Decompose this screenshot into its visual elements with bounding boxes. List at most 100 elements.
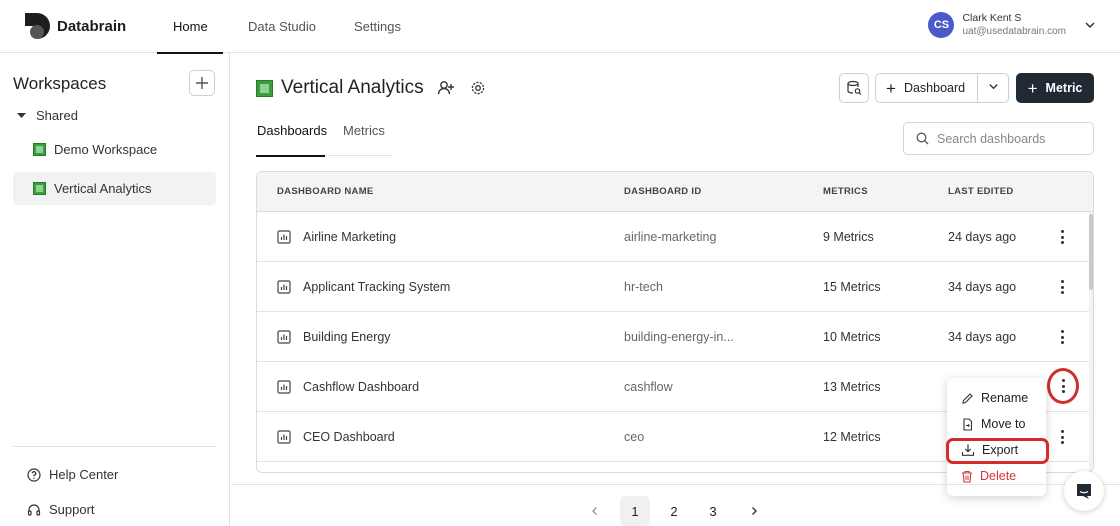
add-workspace-button[interactable] xyxy=(189,70,215,96)
dashboard-name[interactable]: Applicant Tracking System xyxy=(303,262,450,312)
more-options-icon[interactable] xyxy=(1054,326,1070,348)
tab-dashboards[interactable]: Dashboards xyxy=(256,123,327,157)
workspace-icon xyxy=(33,143,46,156)
plus-icon xyxy=(196,77,208,89)
sidebar-divider xyxy=(13,446,216,447)
sidebar-item-label: Demo Workspace xyxy=(54,142,158,157)
menu-item-label: Move to xyxy=(981,417,1026,431)
brand-name: Databrain xyxy=(57,17,127,35)
add-metric-button[interactable]: + Metric xyxy=(1016,73,1094,103)
more-options-icon[interactable] xyxy=(1054,226,1070,248)
plus-icon: + xyxy=(1027,78,1038,98)
dashboard-metrics: 13 Metrics xyxy=(823,380,881,394)
user-name: Clark Kent S xyxy=(962,12,1022,24)
sidebar: Workspaces Shared Demo Workspace Vertica… xyxy=(0,53,230,526)
prev-page-icon[interactable] xyxy=(580,496,610,526)
table-row[interactable]: Airline Marketing airline-marketing 9 Me… xyxy=(257,212,1091,262)
column-header-name[interactable]: DASHBOARD NAME xyxy=(277,172,374,212)
menu-item-label: Delete xyxy=(980,469,1017,483)
chat-button[interactable] xyxy=(1064,471,1104,511)
workspace-icon xyxy=(33,182,46,195)
support-label: Support xyxy=(49,502,95,517)
trash-icon xyxy=(962,470,972,483)
avatar: CS xyxy=(928,12,955,38)
gear-icon[interactable] xyxy=(468,78,488,98)
dashboard-name[interactable]: Building Energy xyxy=(303,312,391,362)
dashboard-last-edited: 24 days ago xyxy=(948,230,1017,244)
column-header-metrics[interactable]: METRICS xyxy=(823,172,868,212)
search-box[interactable] xyxy=(903,122,1094,155)
caret-down-icon xyxy=(17,113,26,118)
dashboard-id: hr-tech xyxy=(624,280,663,294)
content-tabs: Dashboards Metrics xyxy=(256,123,392,157)
page-button-2[interactable]: 2 xyxy=(659,496,689,526)
dashboard-name[interactable]: CEO Dashboard xyxy=(303,412,395,462)
brand-logo[interactable]: Databrain xyxy=(25,13,126,39)
help-center-label: Help Center xyxy=(49,467,119,482)
help-center-link[interactable]: Help Center xyxy=(27,467,118,482)
menu-item-move-to[interactable]: Move to xyxy=(947,411,1046,437)
dashboard-id: cashflow xyxy=(624,380,673,394)
sidebar-item-demo-workspace[interactable]: Demo Workspace xyxy=(13,133,216,166)
table-scroll-thumb[interactable] xyxy=(1089,214,1093,290)
dashboard-metrics: 15 Metrics xyxy=(823,280,881,294)
more-options-icon[interactable] xyxy=(1047,368,1079,404)
dashboard-name[interactable]: Airline Marketing xyxy=(303,212,396,262)
datasource-button[interactable] xyxy=(839,73,869,103)
nav-tab-data-studio[interactable]: Data Studio xyxy=(232,0,332,53)
menu-item-rename[interactable]: Rename xyxy=(947,385,1046,411)
chart-icon xyxy=(277,280,291,294)
column-header-id[interactable]: DASHBOARD ID xyxy=(624,172,702,212)
chart-icon xyxy=(277,380,291,394)
page-button-1[interactable]: 1 xyxy=(620,496,650,526)
dashboard-metrics: 10 Metrics xyxy=(823,330,881,344)
tab-metrics[interactable]: Metrics xyxy=(343,123,385,155)
dashboard-name[interactable]: Cashflow Dashboard xyxy=(303,362,419,412)
headset-icon xyxy=(27,503,41,516)
add-metric-label: Metric xyxy=(1045,81,1083,95)
chart-icon xyxy=(277,230,291,244)
dashboard-options-chevron[interactable] xyxy=(978,81,1008,95)
table-row[interactable]: Applicant Tracking System hr-tech 15 Met… xyxy=(257,262,1091,312)
menu-item-label: Rename xyxy=(981,391,1029,405)
top-navigation: Databrain Home Data Studio Settings CS C… xyxy=(0,0,1120,54)
pencil-icon xyxy=(962,392,973,404)
sidebar-item-label: Vertical Analytics xyxy=(54,181,152,196)
table-row[interactable]: Building Energy building-energy-in... 10… xyxy=(257,312,1091,362)
add-dashboard-button[interactable]: + Dashboard xyxy=(875,73,1009,103)
workspace-icon xyxy=(256,79,273,97)
search-input[interactable] xyxy=(937,131,1087,146)
help-circle-icon xyxy=(27,467,41,482)
page-title: Vertical Analytics xyxy=(281,77,424,98)
dashboard-id: building-energy-in... xyxy=(624,330,734,344)
more-options-icon[interactable] xyxy=(1054,276,1070,298)
chat-icon xyxy=(1077,484,1091,499)
plus-icon: + xyxy=(886,78,896,98)
table-header: DASHBOARD NAME DASHBOARD ID METRICS LAST… xyxy=(257,172,1093,212)
chart-icon xyxy=(277,430,291,444)
more-options-icon[interactable] xyxy=(1054,426,1070,448)
page-header: Vertical Analytics xyxy=(256,77,488,99)
chevron-down-icon xyxy=(989,84,998,90)
dashboard-metrics: 9 Metrics xyxy=(823,230,874,244)
search-icon xyxy=(916,132,929,145)
sidebar-item-vertical-analytics[interactable]: Vertical Analytics xyxy=(13,172,216,205)
column-header-last-edited[interactable]: LAST EDITED xyxy=(948,172,1014,212)
shared-group-toggle[interactable]: Shared xyxy=(17,108,78,123)
user-email: uat@usedatabrain.com xyxy=(962,26,1066,37)
user-menu[interactable]: CS Clark Kent S uat@usedatabrain.com xyxy=(928,12,1096,38)
page-button-3[interactable]: 3 xyxy=(698,496,728,526)
dashboard-last-edited: 34 days ago xyxy=(948,280,1017,294)
chevron-down-icon[interactable] xyxy=(1084,19,1096,31)
next-page-icon[interactable] xyxy=(739,496,769,526)
dashboard-metrics: 12 Metrics xyxy=(823,430,881,444)
dashboard-id: ceo xyxy=(624,430,645,444)
add-user-icon[interactable] xyxy=(436,78,456,98)
database-search-icon xyxy=(847,80,862,95)
nav-tab-settings[interactable]: Settings xyxy=(338,0,417,53)
support-link[interactable]: Support xyxy=(27,502,95,517)
nav-tab-home[interactable]: Home xyxy=(157,0,223,54)
add-dashboard-label: Dashboard xyxy=(903,81,966,95)
databrain-logo-icon xyxy=(25,13,50,39)
row-context-menu: Rename Move to Export Delete xyxy=(947,378,1046,496)
